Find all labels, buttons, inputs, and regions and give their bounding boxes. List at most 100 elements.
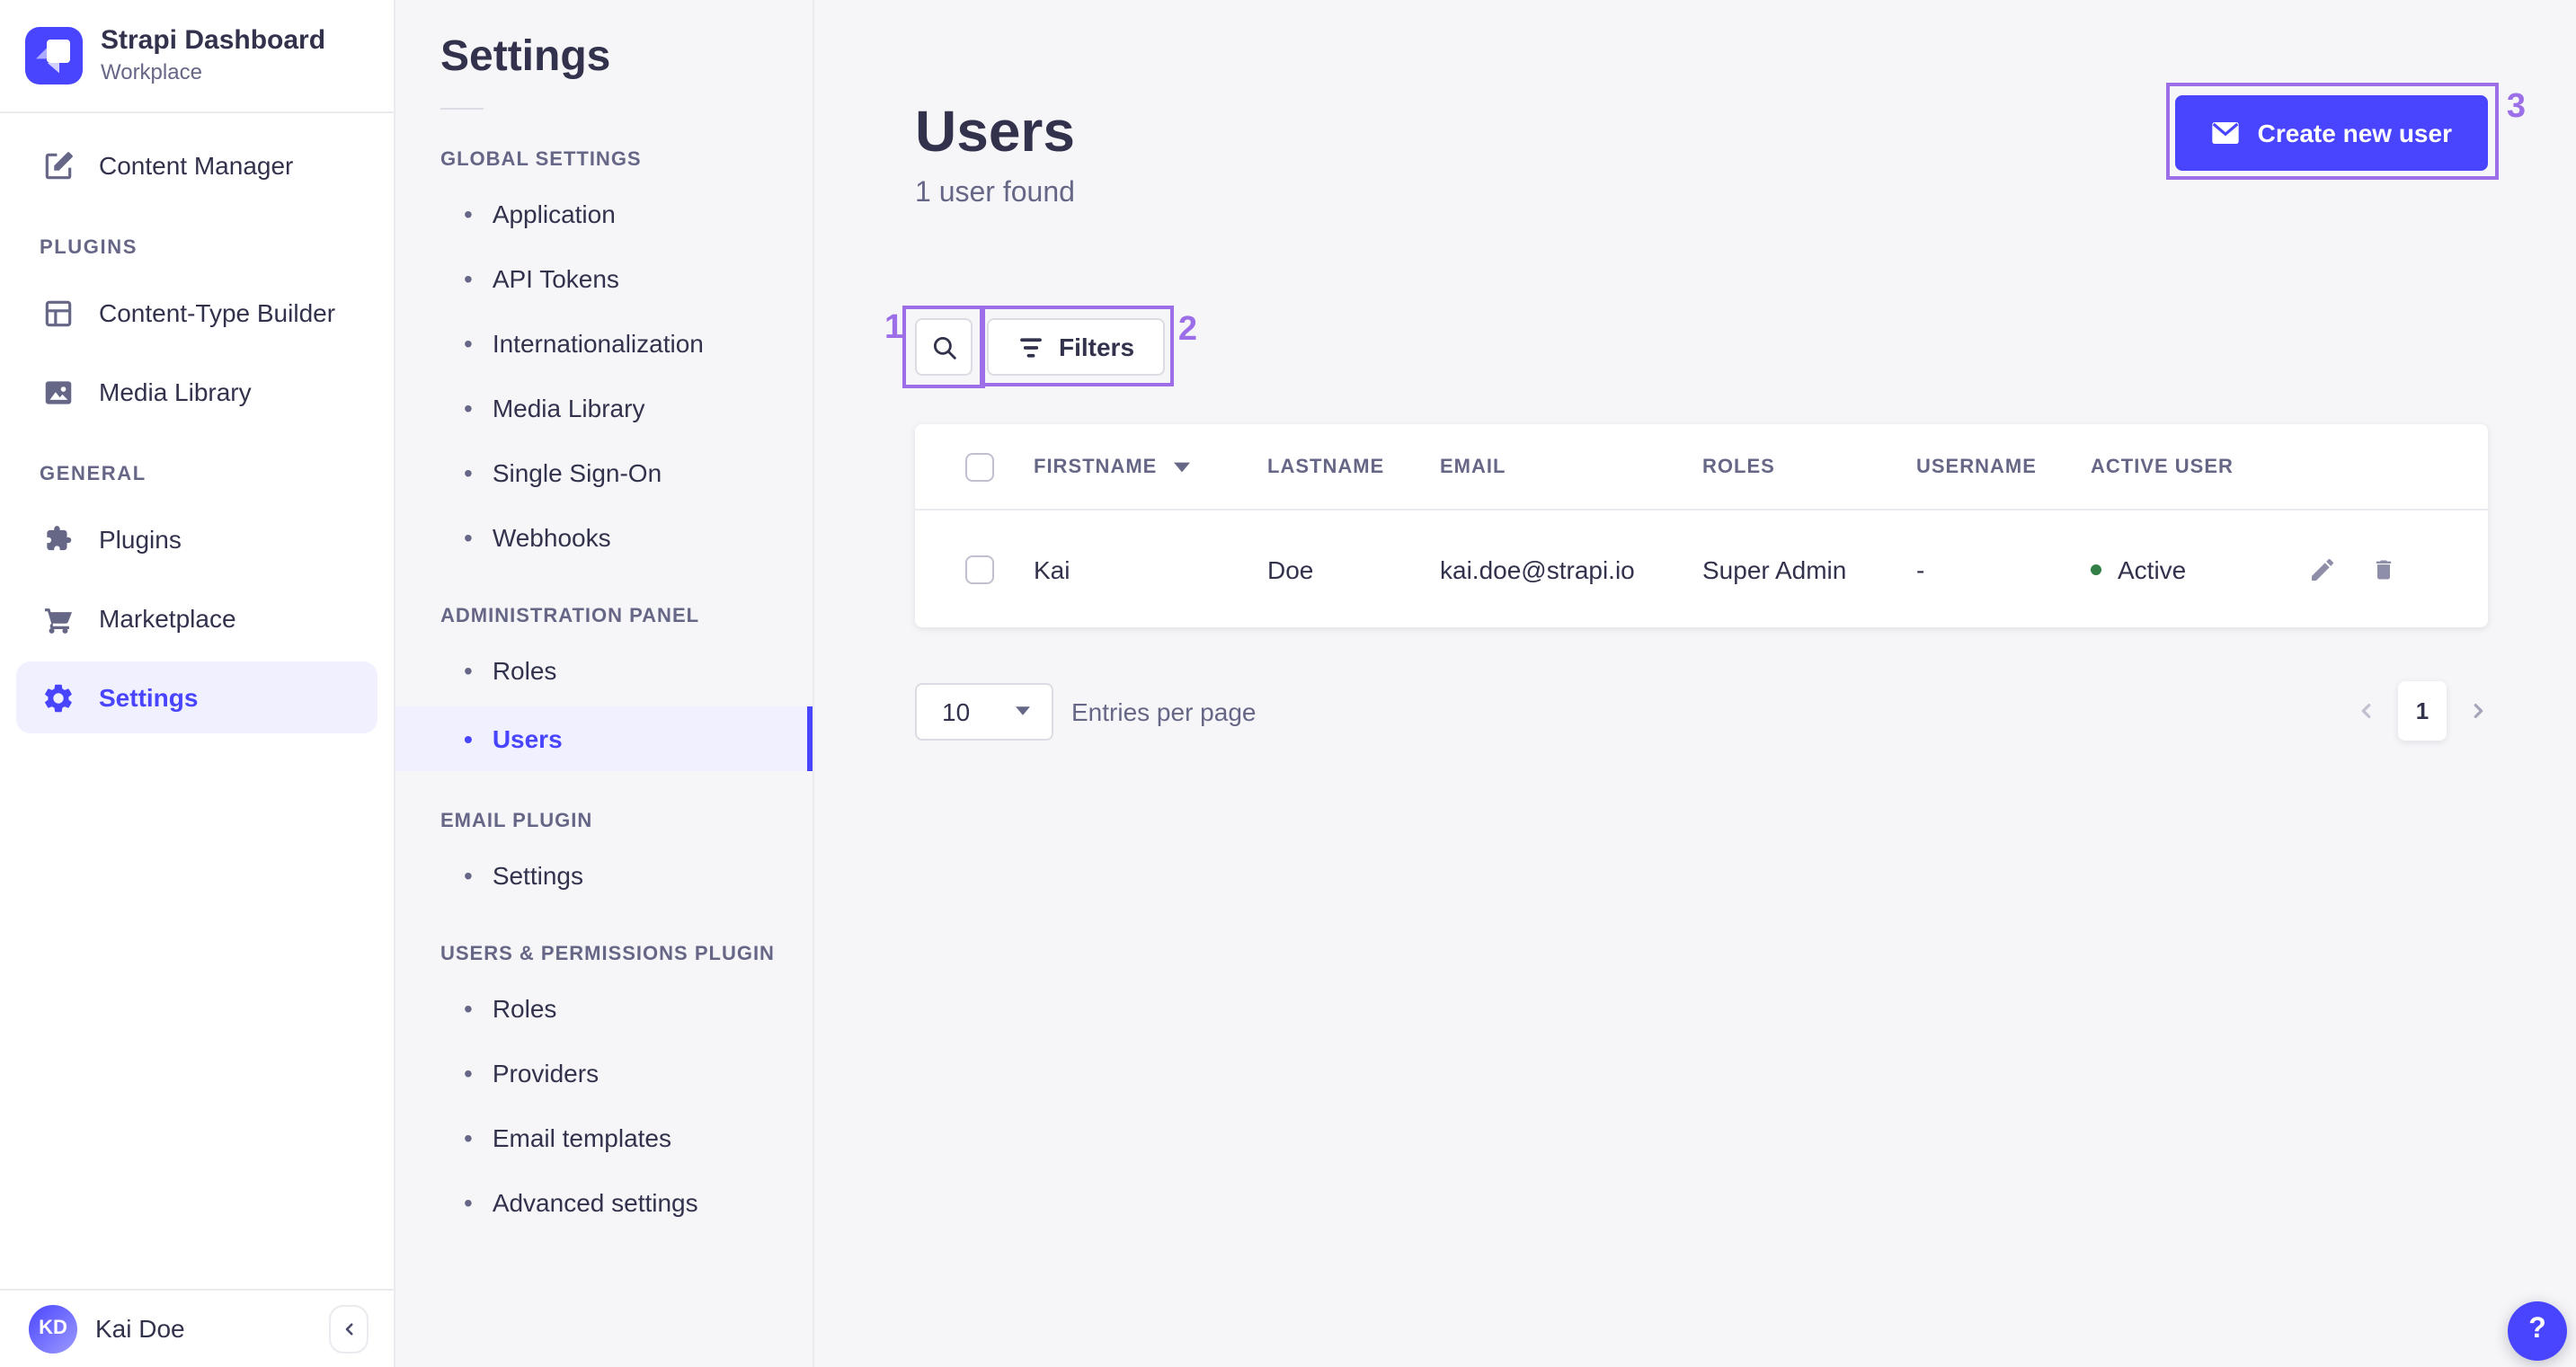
subnav-section-users-permissions-plugin: USERS & PERMISSIONS PLUGIN	[440, 944, 775, 965]
search-annotation-wrap: 1	[884, 306, 985, 388]
page-1-button[interactable]: 1	[2398, 681, 2447, 741]
cell-roles: Super Admin	[1702, 555, 1847, 583]
subnav-item-webhooks[interactable]: Webhooks	[395, 509, 813, 566]
sidebar-item-label: Content-Type Builder	[99, 298, 336, 328]
subnav-item-label: Webhooks	[492, 523, 611, 552]
header-roles: ROLES	[1702, 456, 1916, 477]
users-page: Users 1 user found Create new user 3 1 F…	[814, 0, 2576, 1367]
header-lastname: LASTNAME	[1267, 456, 1440, 477]
user-name: Kai Doe	[95, 1314, 185, 1343]
subnav-item-up-roles[interactable]: Roles	[395, 980, 813, 1037]
subnav-item-up-providers[interactable]: Providers	[395, 1044, 813, 1102]
table-row[interactable]: Kai Doe kai.doe@strapi.io Super Admin - …	[915, 510, 2488, 627]
subnav-item-internationalization[interactable]: Internationalization	[395, 315, 813, 372]
avatar[interactable]: KD	[29, 1304, 77, 1353]
entries-per-page-label: Entries per page	[1071, 697, 1257, 725]
create-new-user-button[interactable]: Create new user	[2174, 95, 2488, 171]
sidebar-item-content-manager[interactable]: Content Manager	[16, 130, 378, 202]
subnav-item-media-library[interactable]: Media Library	[395, 379, 813, 437]
subnav-item-label: Roles	[492, 656, 557, 685]
app-root: Strapi Dashboard Workplace Content Manag…	[0, 0, 2576, 1367]
strapi-logo-icon	[25, 26, 83, 84]
search-button[interactable]	[915, 318, 973, 376]
pagination-row: 10 Entries per page 1	[915, 681, 2488, 741]
status-label: Active	[2118, 555, 2187, 583]
header-email: EMAIL	[1440, 456, 1702, 477]
user-count: 1 user found	[915, 178, 1075, 209]
header-label: EMAIL	[1440, 456, 1506, 477]
edit-user-button[interactable]	[2308, 555, 2337, 583]
sidebar-item-media-library[interactable]: Media Library	[16, 357, 378, 429]
delete-user-button[interactable]	[2369, 555, 2398, 583]
page-size-value: 10	[942, 697, 971, 725]
cell-active-user: Active	[2091, 555, 2308, 583]
subnav-item-application[interactable]: Application	[395, 185, 813, 243]
subnav-item-label: Internationalization	[492, 329, 704, 358]
subnav-item-up-advanced-settings[interactable]: Advanced settings	[395, 1174, 813, 1231]
sidebar-item-label: Plugins	[99, 525, 182, 555]
sidebar-nav: Content Manager PLUGINS Content-Type Bui…	[0, 114, 394, 1288]
header-label: FIRSTNAME	[1034, 456, 1158, 477]
subnav-item-label: Users	[492, 724, 563, 753]
subnav-item-single-sign-on[interactable]: Single Sign-On	[395, 444, 813, 502]
previous-page-button[interactable]	[2357, 701, 2376, 721]
sidebar-item-settings[interactable]: Settings	[16, 661, 378, 734]
cell-username: -	[1916, 555, 1925, 583]
main-sidebar: Strapi Dashboard Workplace Content Manag…	[0, 0, 395, 1367]
page-size-select[interactable]: 10	[915, 682, 1053, 740]
subnav-item-admin-users[interactable]: Users	[395, 706, 813, 771]
chevron-right-icon	[2468, 701, 2488, 721]
annotation-label-2: 2	[1177, 311, 1198, 349]
subnav-item-label: Advanced settings	[492, 1188, 698, 1217]
gear-icon	[40, 680, 76, 716]
subnav-item-label: Single Sign-On	[492, 458, 662, 487]
page-title: Users	[915, 99, 1075, 164]
chevron-left-icon	[341, 1320, 357, 1336]
subnav-item-label: Settings	[492, 861, 583, 890]
sidebar-item-content-type-builder[interactable]: Content-Type Builder	[16, 278, 378, 350]
help-button[interactable]: ?	[2508, 1300, 2567, 1360]
content-manager-icon	[40, 148, 76, 184]
header-firstname[interactable]: FIRSTNAME	[1034, 456, 1267, 477]
subnav-section-email-plugin: EMAIL PLUGIN	[440, 811, 593, 832]
select-all-checkbox[interactable]	[965, 452, 994, 481]
page-header: Users 1 user found Create new user 3	[915, 0, 2526, 210]
subnav-item-admin-roles[interactable]: Roles	[395, 642, 813, 699]
subnav-section-global-settings: GLOBAL SETTINGS	[440, 149, 642, 171]
pagination-controls: 1	[2357, 681, 2488, 741]
filters-button[interactable]: Filters	[987, 318, 1166, 376]
filters-annotation-wrap: Filters 2	[980, 306, 1197, 386]
subnav-item-label: Media Library	[492, 394, 645, 422]
sidebar-item-plugins[interactable]: Plugins	[16, 504, 378, 576]
header-label: ROLES	[1702, 456, 1775, 477]
annotation-label-1: 1	[884, 309, 904, 347]
puzzle-icon	[40, 522, 76, 558]
chevron-down-icon	[1016, 706, 1030, 715]
subnav-title: Settings	[440, 32, 611, 81]
sidebar-item-label: Marketplace	[99, 604, 236, 634]
header-username: USERNAME	[1916, 456, 2091, 477]
subnav-item-email-settings[interactable]: Settings	[395, 847, 813, 904]
users-table: FIRSTNAME LASTNAME EMAIL ROLES USERNAME …	[915, 424, 2488, 627]
sidebar-item-marketplace[interactable]: Marketplace	[16, 583, 378, 655]
subnav-section-administration-panel: ADMINISTRATION PANEL	[440, 606, 700, 627]
subnav-item-api-tokens[interactable]: API Tokens	[395, 250, 813, 307]
sidebar-item-label: Media Library	[99, 377, 252, 407]
app-title: Strapi Dashboard	[101, 25, 326, 56]
filter-icon	[1017, 335, 1044, 359]
subnav-item-up-email-templates[interactable]: Email templates	[395, 1109, 813, 1167]
row-checkbox[interactable]	[965, 555, 994, 583]
content-type-builder-icon	[40, 296, 76, 332]
sidebar-item-label: Content Manager	[99, 151, 294, 181]
envelope-icon	[2211, 120, 2240, 146]
subnav-item-label: Providers	[492, 1059, 600, 1087]
annotation-label-3: 3	[2506, 88, 2526, 126]
table-header-row: FIRSTNAME LASTNAME EMAIL ROLES USERNAME …	[915, 424, 2488, 510]
workspace-name: Workplace	[101, 59, 202, 84]
workspace-header[interactable]: Strapi Dashboard Workplace	[0, 0, 394, 114]
subnav-item-label: Application	[492, 200, 616, 228]
next-page-button[interactable]	[2468, 701, 2488, 721]
shopping-cart-icon	[40, 601, 76, 637]
sidebar-collapse-button[interactable]	[329, 1304, 369, 1353]
sidebar-item-label: Settings	[99, 683, 199, 713]
